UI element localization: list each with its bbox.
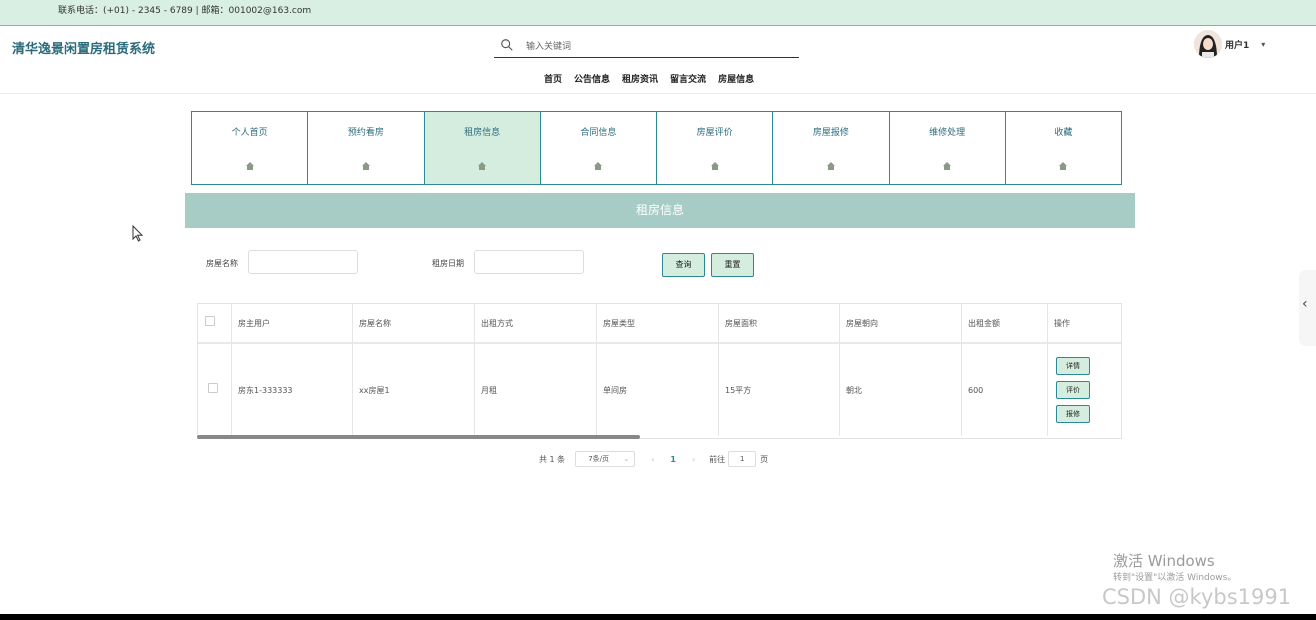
cell-actions: 详情 评价 报修 [1048, 344, 1121, 436]
header-owner: 房主用户 [232, 304, 353, 342]
menu-tile-repair[interactable]: 房屋报修 [772, 111, 890, 185]
house-icon [710, 162, 719, 170]
mouse-cursor-icon [132, 225, 144, 242]
next-page-button[interactable]: › [692, 455, 695, 464]
repair-button[interactable]: 报修 [1056, 405, 1090, 423]
side-drawer-toggle[interactable]: ‹ [1299, 270, 1316, 346]
house-icon [826, 162, 835, 170]
house-name-label: 房屋名称 [206, 259, 238, 268]
menu-tile-label: 收藏 [1054, 128, 1073, 138]
nav-rental-news[interactable]: 租房资讯 [622, 72, 658, 85]
detail-button[interactable]: 详情 [1056, 357, 1090, 375]
chevron-down-icon: ⌄ [623, 455, 630, 463]
goto-page-input[interactable]: 1 [728, 451, 757, 467]
menu-tile-favorites[interactable]: 收藏 [1004, 111, 1122, 185]
nav-messages[interactable]: 留言交流 [670, 72, 706, 85]
row-checkbox[interactable] [208, 383, 218, 393]
house-icon [1059, 162, 1068, 170]
chevron-down-icon[interactable]: ▾ [1261, 40, 1265, 49]
search-bar[interactable] [494, 36, 799, 58]
select-all-checkbox[interactable] [205, 316, 215, 326]
rent-date-label: 租房日期 [432, 259, 464, 268]
header-actions: 操作 [1054, 318, 1070, 328]
table-row: 房东1-333333 xx房屋1 月租 单间房 15平方 朝北 600 详情 评… [198, 344, 1121, 436]
goto-label: 前往 [709, 454, 726, 464]
cell-rent-method: 月租 [475, 344, 597, 436]
activate-windows-title: 激活 Windows [1113, 552, 1215, 570]
menu-tile-label: 维修处理 [929, 128, 966, 138]
house-name-input[interactable] [248, 250, 358, 274]
menu-tile-label: 房屋报修 [812, 128, 849, 138]
header-house-name: 房屋名称 [353, 304, 475, 342]
table-horizontal-scrollbar[interactable] [197, 435, 640, 439]
menu-tile-profile[interactable]: 个人首页 [191, 111, 309, 185]
contact-bar: 联系电话：(+01) - 2345 - 6789 | 邮箱：001002@163… [0, 0, 1316, 26]
user-center-menu: 个人首页 预约看房 租房信息 合同信息 房屋评价 房屋报修 维修处理 收藏 [191, 111, 1122, 185]
rent-date-input[interactable] [474, 250, 584, 274]
site-title[interactable]: 清华逸景闲置房租赁系统 [12, 38, 155, 57]
nav-houses[interactable]: 房屋信息 [718, 72, 754, 85]
activate-windows-subtitle: 转到"设置"以激活 Windows。 [1113, 573, 1237, 583]
header-divider [0, 93, 1316, 94]
cell-rent-amount: 600 [962, 344, 1048, 436]
prev-page-button[interactable]: ‹ [651, 455, 654, 464]
nav-notices[interactable]: 公告信息 [574, 72, 610, 85]
menu-tile-label: 合同信息 [580, 128, 617, 138]
review-button[interactable]: 评价 [1056, 381, 1090, 399]
header-orientation: 房屋朝向 [840, 304, 962, 342]
house-icon [943, 162, 952, 170]
search-icon[interactable] [500, 38, 514, 52]
header-area: 房屋面积 [719, 304, 840, 342]
chevron-left-icon: ‹ [1302, 296, 1308, 312]
nav-home[interactable]: 首页 [544, 72, 562, 85]
cell-orientation: 朝北 [840, 344, 962, 436]
rental-table: 房主用户 房屋名称 出租方式 房屋类型 房屋面积 房屋朝向 出租金额 操作 房东… [197, 303, 1122, 439]
avatar[interactable] [1194, 30, 1222, 58]
menu-tile-label: 个人首页 [231, 128, 268, 138]
menu-tile-viewing[interactable]: 预约看房 [307, 111, 425, 185]
panel-title: 租房信息 [185, 193, 1135, 228]
house-icon [594, 162, 603, 170]
pagination: 共 1 条 7条/页 ⌄ ‹ 1 › 前往 1 页 [539, 451, 768, 467]
house-icon [245, 162, 254, 170]
search-input[interactable] [524, 38, 788, 56]
cell-house-type: 单间房 [597, 344, 719, 436]
header-rent-method: 出租方式 [475, 304, 597, 342]
cell-house-name: xx房屋1 [353, 344, 475, 436]
query-button[interactable]: 查询 [662, 253, 705, 277]
menu-tile-label: 房屋评价 [696, 128, 733, 138]
goto-unit: 页 [760, 454, 769, 464]
house-icon [361, 162, 370, 170]
cell-owner: 房东1-333333 [232, 344, 353, 436]
header-rent-amount: 出租金额 [962, 304, 1048, 342]
row-select-cell [198, 344, 232, 436]
page-number-current[interactable]: 1 [670, 455, 676, 464]
reset-button[interactable]: 重置 [711, 253, 754, 277]
page-size-select[interactable]: 7条/页 ⌄ [575, 451, 636, 467]
menu-tile-label: 预约看房 [347, 128, 384, 138]
menu-tile-label: 租房信息 [464, 128, 501, 138]
menu-tile-review[interactable]: 房屋评价 [656, 111, 774, 185]
csdn-watermark: CSDN @kybs1991 [1102, 585, 1292, 609]
table-header-row: 房主用户 房屋名称 出租方式 房屋类型 房屋面积 房屋朝向 出租金额 操作 [198, 304, 1121, 344]
user-name[interactable]: 用户1 [1225, 38, 1249, 51]
menu-tile-contract[interactable]: 合同信息 [539, 111, 657, 185]
screen-bottom-bar [0, 614, 1316, 620]
menu-tile-maintenance[interactable]: 维修处理 [888, 111, 1006, 185]
menu-tile-rental[interactable]: 租房信息 [423, 111, 541, 185]
page-size-value: 7条/页 [588, 455, 609, 463]
header-house-type: 房屋类型 [597, 304, 719, 342]
house-icon [478, 162, 487, 170]
contact-text: 联系电话：(+01) - 2345 - 6789 | 邮箱：001002@163… [58, 6, 312, 16]
main-nav: 首页 公告信息 租房资讯 留言交流 房屋信息 [538, 72, 760, 85]
user-menu[interactable]: 用户1 ▾ [1194, 30, 1265, 58]
select-all-cell [198, 304, 232, 342]
cell-area: 15平方 [719, 344, 840, 436]
total-count: 共 1 条 [539, 454, 566, 464]
